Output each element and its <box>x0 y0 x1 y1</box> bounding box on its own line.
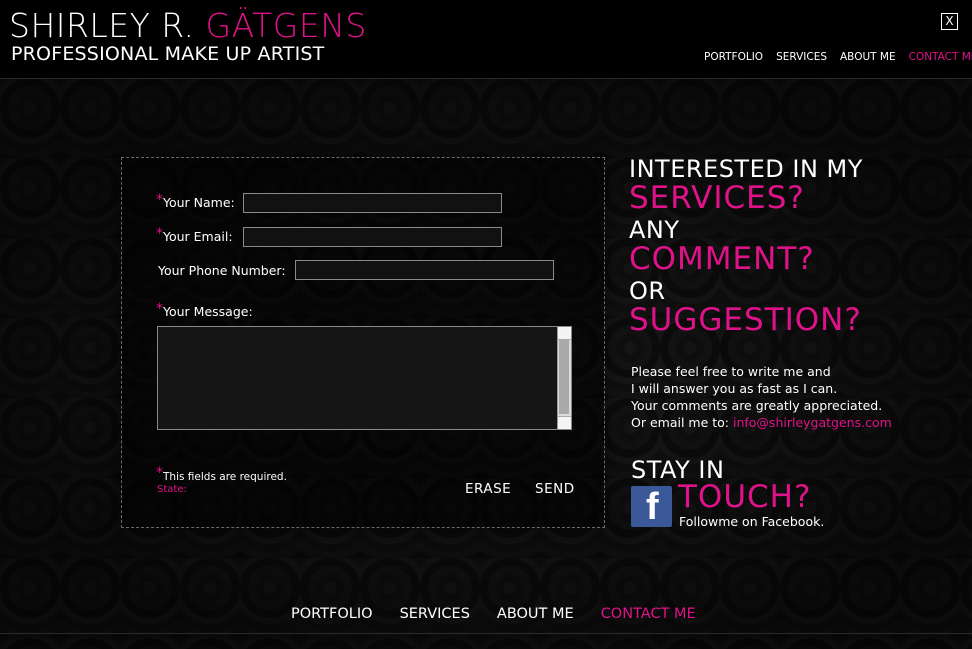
touch-heading: TOUCH? <box>678 479 812 515</box>
aside-heading-or: OR <box>629 277 666 305</box>
scroll-down-arrow[interactable] <box>558 416 571 429</box>
message-scrollbar[interactable] <box>557 327 571 429</box>
footer-nav-contact-me[interactable]: CONTACT ME <box>601 606 696 622</box>
top-nav: PORTFOLIO SERVICES ABOUT ME CONTACT ME <box>704 51 972 63</box>
scroll-thumb[interactable] <box>559 340 569 414</box>
message-textarea[interactable] <box>157 326 572 430</box>
required-asterisk: * <box>156 192 163 208</box>
top-nav-about-me[interactable]: ABOUT ME <box>840 51 896 63</box>
footer-divider <box>0 633 972 634</box>
name-input[interactable] <box>243 193 502 213</box>
erase-button[interactable]: ERASE <box>465 481 511 497</box>
aside-heading-services: SERVICES? <box>629 180 805 216</box>
site-subtitle: PROFESSIONAL MAKE UP ARTIST <box>11 43 325 65</box>
send-button[interactable]: SEND <box>535 481 575 497</box>
footer-nav-about-me[interactable]: ABOUT ME <box>497 606 574 622</box>
required-asterisk: * <box>156 301 163 317</box>
facebook-follow-link[interactable]: Followme on Facebook. <box>679 514 824 529</box>
aside-heading-line1: INTERESTED IN MY <box>629 155 863 183</box>
footer-nav-portfolio[interactable]: PORTFOLIO <box>291 606 373 622</box>
contact-form-panel: *Your Name: *Your Email: Your Phone Numb… <box>121 157 605 528</box>
header-bar: SHIRLEY R. GÄTGENS PROFESSIONAL MAKE UP … <box>0 0 972 79</box>
aside-heading-suggestion: SUGGESTION? <box>629 302 862 338</box>
phone-label: Your Phone Number: <box>158 263 286 278</box>
aside-heading-any: ANY <box>629 216 680 244</box>
aside-paragraph: Please feel free to write me and I will … <box>631 364 892 430</box>
site-logo-name[interactable]: SHIRLEY R. GÄTGENS <box>9 6 367 45</box>
email-input[interactable] <box>243 227 502 247</box>
facebook-icon[interactable]: f <box>631 486 672 528</box>
phone-input[interactable] <box>295 260 554 280</box>
top-nav-contact-me[interactable]: CONTACT ME <box>909 51 972 63</box>
required-asterisk: * <box>156 226 163 242</box>
scroll-up-arrow[interactable] <box>558 327 571 340</box>
email-label: *Your Email: <box>156 226 233 244</box>
aside-heading-comment: COMMENT? <box>629 241 815 277</box>
top-nav-portfolio[interactable]: PORTFOLIO <box>704 51 763 63</box>
footer-nav: PORTFOLIO SERVICES ABOUT ME CONTACT ME <box>291 606 696 622</box>
required-note: *This fields are required. <box>156 465 287 483</box>
close-button[interactable]: X <box>941 13 958 30</box>
footer-nav-services[interactable]: SERVICES <box>400 606 470 622</box>
message-label: *Your Message: <box>156 301 253 319</box>
logo-last-name: GÄTGENS <box>205 6 367 45</box>
top-nav-services[interactable]: SERVICES <box>776 51 827 63</box>
logo-first-name: SHIRLEY R. <box>9 6 206 45</box>
name-label: *Your Name: <box>156 192 235 210</box>
state-label: State: <box>157 484 187 495</box>
email-link[interactable]: info@shirleygatgens.com <box>733 415 892 430</box>
